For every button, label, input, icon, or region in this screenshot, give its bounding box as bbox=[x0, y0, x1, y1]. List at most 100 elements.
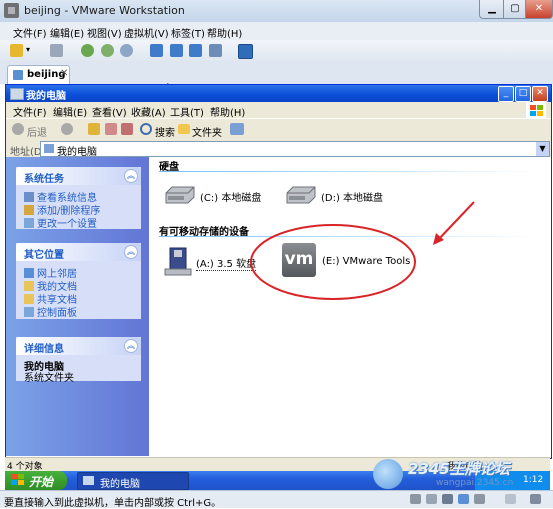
drives-view: 硬盘 (C:) 本地磁盘 (D:) 本地磁盘 有可移动存储的设备 (A:) 3.… bbox=[149, 157, 551, 456]
host-menu-help[interactable]: 帮助(H) bbox=[207, 25, 242, 40]
task-pane: 系统任务 ︽ 查看系统信息 添加/删除程序 更改一个设置 其它位置 ︽ 网上邻居… bbox=[6, 157, 149, 456]
explorer-menu-edit[interactable]: 编辑(E) bbox=[53, 104, 87, 119]
back-button-label[interactable]: 后退 bbox=[27, 124, 47, 139]
copy-to-icon[interactable] bbox=[121, 123, 133, 135]
up-folder-icon[interactable] bbox=[88, 123, 100, 135]
search-icon[interactable] bbox=[140, 123, 152, 135]
details-title: 详细信息 bbox=[24, 344, 64, 355]
host-menu-edit[interactable]: 编辑(E) bbox=[50, 25, 84, 40]
taskbar-item-my-computer[interactable]: 我的电脑 bbox=[77, 472, 189, 490]
minimize-button[interactable]: ▁ bbox=[479, 0, 505, 19]
host-window-title: beijing - VMware Workstation bbox=[24, 4, 185, 17]
view-sidebar-icon[interactable] bbox=[150, 44, 163, 57]
explorer-window-title: 我的电脑 bbox=[26, 91, 66, 102]
folders-button-label[interactable]: 文件夹 bbox=[192, 124, 222, 139]
hard-disk-icon bbox=[165, 186, 195, 204]
device-network-icon[interactable] bbox=[458, 494, 469, 504]
views-icon[interactable] bbox=[230, 123, 244, 135]
my-computer-task-icon bbox=[83, 476, 94, 485]
link-change-setting[interactable]: 更改一个设置 bbox=[24, 215, 97, 230]
drive-c[interactable]: (C:) 本地磁盘 bbox=[164, 185, 274, 209]
annotation-arrow-icon bbox=[433, 201, 475, 245]
system-tasks-title: 系统任务 bbox=[24, 174, 64, 185]
unity-icon[interactable] bbox=[209, 44, 222, 57]
explorer-menu-help[interactable]: 帮助(H) bbox=[210, 104, 245, 119]
vm-tab-icon bbox=[13, 70, 23, 80]
device-floppy-icon[interactable] bbox=[442, 494, 453, 504]
collapse-chevron-icon[interactable]: ︽ bbox=[124, 245, 138, 259]
revert-snapshot-icon[interactable] bbox=[101, 44, 114, 57]
link-label: 更改一个设置 bbox=[37, 219, 97, 230]
move-to-icon[interactable] bbox=[105, 123, 117, 135]
collapse-chevron-icon[interactable]: ︽ bbox=[124, 169, 138, 183]
device-cdrom-icon[interactable] bbox=[426, 494, 437, 504]
link-control-panel[interactable]: 控制面板 bbox=[24, 304, 77, 319]
host-menu-bar: 文件(F) 编辑(E) 视图(V) 虚拟机(V) 标签(T) 帮助(H) bbox=[0, 22, 553, 40]
snapshot-manager-icon[interactable] bbox=[120, 44, 133, 57]
host-menu-vm[interactable]: 虚拟机(V) bbox=[124, 25, 169, 40]
host-menu-tabs[interactable]: 标签(T) bbox=[171, 25, 205, 40]
device-sound-icon[interactable] bbox=[505, 494, 516, 504]
floppy-disk-icon bbox=[164, 247, 192, 276]
drive-c-label: (C:) 本地磁盘 bbox=[200, 193, 262, 204]
explorer-minimize-button[interactable]: _ bbox=[498, 86, 514, 102]
details-description: 系统文件夹 bbox=[24, 373, 74, 384]
message-log-icon[interactable] bbox=[530, 494, 541, 504]
host-title-bar: beijing - VMware Workstation ▁ ▢ ✕ bbox=[0, 0, 553, 23]
other-places-panel: 其它位置 ︽ 网上邻居 我的文档 共享文档 控制面板 bbox=[16, 243, 141, 319]
maximize-button[interactable]: ▢ bbox=[503, 0, 527, 19]
other-places-title: 其它位置 bbox=[24, 250, 64, 261]
view-console-icon[interactable] bbox=[170, 44, 183, 57]
tab-close-icon[interactable]: ✕ bbox=[60, 68, 68, 79]
my-computer-title-icon bbox=[10, 88, 24, 100]
device-usb-icon[interactable] bbox=[474, 494, 485, 504]
system-tasks-header[interactable]: 系统任务 ︽ bbox=[16, 167, 141, 185]
explorer-menu-file[interactable]: 文件(F) bbox=[13, 104, 47, 119]
collapse-chevron-icon[interactable]: ︽ bbox=[124, 339, 138, 353]
my-computer-address-icon bbox=[44, 144, 54, 153]
my-documents-icon bbox=[24, 281, 34, 291]
host-status-bar: 要直接输入到此虚拟机，单击内部或按 Ctrl+G。 bbox=[0, 490, 553, 509]
back-icon[interactable] bbox=[12, 123, 24, 135]
thumbnail-icon[interactable] bbox=[238, 44, 253, 59]
host-tab-bar: beijing ✕ bbox=[0, 62, 553, 85]
explorer-maximize-button[interactable]: □ bbox=[515, 86, 531, 102]
network-icon[interactable] bbox=[50, 44, 63, 57]
start-button[interactable]: 开始 bbox=[5, 471, 67, 490]
details-header[interactable]: 详细信息 ︽ bbox=[16, 337, 141, 355]
forward-icon[interactable] bbox=[61, 123, 73, 135]
search-button-label[interactable]: 搜索 bbox=[155, 124, 175, 139]
explorer-menu-tools[interactable]: 工具(T) bbox=[170, 104, 204, 119]
drive-d[interactable]: (D:) 本地磁盘 bbox=[285, 185, 395, 209]
snapshot-icon[interactable] bbox=[81, 44, 94, 57]
power-icon[interactable] bbox=[10, 44, 23, 57]
start-label: 开始 bbox=[29, 475, 54, 489]
folders-icon[interactable] bbox=[178, 124, 190, 134]
system-tasks-panel: 系统任务 ︽ 查看系统信息 添加/删除程序 更改一个设置 bbox=[16, 167, 141, 230]
device-hdd-icon[interactable] bbox=[410, 494, 421, 504]
address-dropdown-icon[interactable]: ▼ bbox=[536, 142, 549, 156]
host-menu-file[interactable]: 文件(F) bbox=[13, 25, 47, 40]
address-input[interactable]: 我的电脑 ▼ bbox=[40, 141, 550, 158]
explorer-close-button[interactable]: ✕ bbox=[532, 86, 548, 102]
other-places-header[interactable]: 其它位置 ︽ bbox=[16, 243, 141, 261]
watermark-site: 2345王牌论坛 bbox=[408, 460, 510, 478]
host-toolbar: ▾ bbox=[0, 40, 553, 63]
power-dropdown-icon[interactable]: ▾ bbox=[26, 45, 33, 58]
windows-flag-icon bbox=[526, 102, 546, 118]
vmware-app-icon bbox=[4, 3, 19, 18]
close-icon: ✕ bbox=[534, 3, 544, 14]
explorer-menu-favorites[interactable]: 收藏(A) bbox=[131, 104, 166, 119]
annotation-circle bbox=[250, 224, 416, 300]
close-button[interactable]: ✕ bbox=[525, 0, 553, 19]
guest-explorer-window[interactable]: 我的电脑 _ □ ✕ 文件(F) 编辑(E) 查看(V) 收藏(A) 工具(T)… bbox=[5, 84, 552, 459]
fullscreen-icon[interactable] bbox=[189, 44, 202, 57]
explorer-menu-view[interactable]: 查看(V) bbox=[92, 104, 127, 119]
details-panel: 详细信息 ︽ 我的电脑 系统文件夹 bbox=[16, 337, 141, 384]
address-value: 我的电脑 bbox=[57, 147, 97, 158]
host-menu-view[interactable]: 视图(V) bbox=[87, 25, 122, 40]
watermark-url: wangpai.2345.cn bbox=[436, 478, 514, 488]
tab-beijing[interactable]: beijing ✕ bbox=[7, 65, 70, 85]
control-panel-icon bbox=[24, 307, 34, 317]
task-label: 我的电脑 bbox=[100, 479, 140, 490]
